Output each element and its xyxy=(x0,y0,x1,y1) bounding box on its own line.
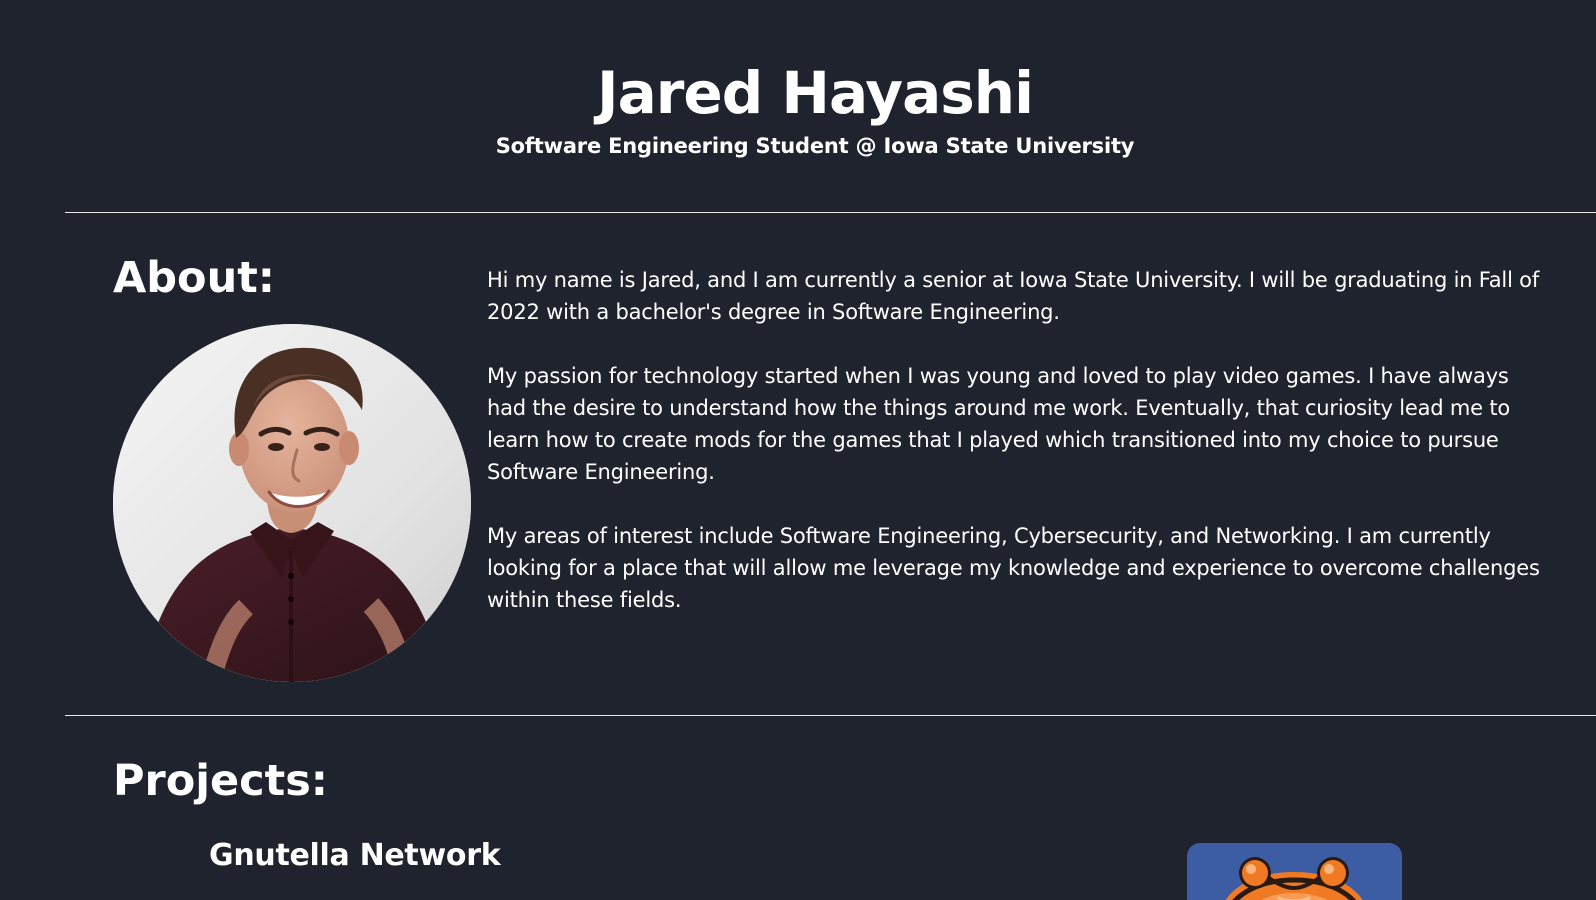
section-divider xyxy=(65,212,1596,213)
page-subtitle: Software Engineering Student @ Iowa Stat… xyxy=(495,134,1135,158)
profile-photo xyxy=(113,324,471,682)
about-paragraph: My areas of interest include Software En… xyxy=(487,524,1540,612)
portfolio-page: Jared Hayashi Software Engineering Stude… xyxy=(0,0,1596,900)
projects-heading: Projects: xyxy=(113,756,328,806)
portrait-illustration xyxy=(113,324,471,682)
about-heading: About: xyxy=(113,253,275,303)
about-paragraph: My passion for technology started when I… xyxy=(487,364,1511,484)
about-paragraph: Hi my name is Jared, and I am currently … xyxy=(487,268,1540,324)
section-divider xyxy=(65,715,1596,716)
page-title: Jared Hayashi xyxy=(597,59,1034,127)
about-content: Hi my name is Jared, and I am currently … xyxy=(487,264,1547,648)
site-header: Jared Hayashi Software Engineering Stude… xyxy=(0,58,1596,160)
project-thumbnail[interactable] xyxy=(1187,843,1402,900)
project-title: Gnutella Network xyxy=(209,838,501,873)
gnutella-logo-icon xyxy=(1225,857,1363,900)
